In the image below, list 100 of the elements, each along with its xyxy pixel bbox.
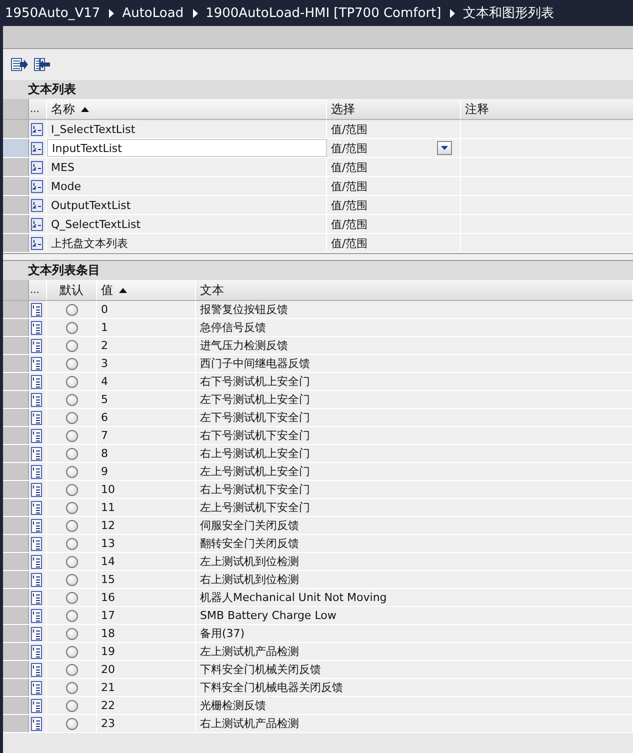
row-header[interactable] [3, 607, 29, 624]
selection-cell: 值/范围 [331, 178, 368, 194]
text-cell: 右上号测试机上安全门 [196, 445, 633, 462]
column-header[interactable]: 选择 [327, 99, 461, 119]
name-cell[interactable]: InputTextList [47, 139, 327, 157]
column-header[interactable]: 文本 [196, 280, 633, 300]
row-header[interactable] [3, 409, 29, 426]
row-header[interactable] [3, 643, 29, 660]
default-radio[interactable] [66, 592, 78, 604]
column-header[interactable]: 名称 [47, 99, 327, 119]
row-header[interactable] [3, 553, 29, 570]
value-cell: 4 [97, 373, 196, 390]
row-header[interactable] [3, 481, 29, 498]
row-header[interactable] [3, 234, 29, 252]
name-cell[interactable]: Q_SelectTextList [47, 215, 327, 233]
default-radio[interactable] [66, 430, 78, 442]
value-cell: 19 [97, 643, 196, 660]
name-cell[interactable]: I_SelectTextList [47, 120, 327, 138]
row-header[interactable] [3, 319, 29, 336]
text-cell: 左下号测试机上安全门 [196, 391, 633, 408]
column-header[interactable]: 值 [97, 280, 196, 300]
text-cell: 下料安全门机械关闭反馈 [196, 661, 633, 678]
default-radio[interactable] [66, 664, 78, 676]
import-icon[interactable] [34, 57, 51, 72]
value-cell: 18 [97, 625, 196, 642]
header-corner[interactable] [3, 99, 29, 119]
row-header[interactable] [3, 463, 29, 480]
row-header[interactable] [3, 445, 29, 462]
row-header[interactable] [3, 427, 29, 444]
value-cell: 20 [97, 661, 196, 678]
row-header[interactable] [3, 337, 29, 354]
column-header[interactable]: ... [29, 280, 47, 300]
row-header[interactable] [3, 661, 29, 678]
row-header[interactable] [3, 355, 29, 372]
default-radio[interactable] [66, 466, 78, 478]
row-header[interactable] [3, 499, 29, 516]
row-header[interactable] [3, 589, 29, 606]
row-header[interactable] [3, 301, 29, 318]
selection-cell: 值/范围 [331, 216, 368, 232]
text-cell: 急停信号反馈 [196, 319, 633, 336]
row-header[interactable] [3, 517, 29, 534]
value-cell: 9 [97, 463, 196, 480]
default-radio[interactable] [66, 556, 78, 568]
default-radio[interactable] [66, 646, 78, 658]
text-cell: SMB Battery Charge Low [196, 607, 633, 624]
row-header[interactable] [3, 679, 29, 696]
default-radio[interactable] [66, 484, 78, 496]
header-corner[interactable] [3, 280, 29, 300]
selection-cell: 值/范围 [331, 122, 368, 136]
row-header[interactable] [3, 571, 29, 588]
row-header[interactable] [3, 373, 29, 390]
value-cell: 7 [97, 427, 196, 444]
text-cell: 右上测试机产品检测 [196, 715, 633, 732]
default-radio[interactable] [66, 628, 78, 640]
row-header[interactable] [3, 625, 29, 642]
default-radio[interactable] [66, 376, 78, 388]
name-cell[interactable]: MES [47, 158, 327, 176]
dropdown-button[interactable] [437, 141, 452, 155]
row-header[interactable] [3, 215, 29, 233]
row-header[interactable] [3, 697, 29, 714]
default-radio[interactable] [66, 502, 78, 514]
row-header[interactable] [3, 120, 29, 138]
export-icon[interactable] [11, 57, 28, 72]
value-cell: 13 [97, 535, 196, 552]
value-cell: 0 [97, 301, 196, 318]
row-header[interactable] [3, 177, 29, 195]
default-radio[interactable] [66, 412, 78, 424]
default-radio[interactable] [66, 610, 78, 622]
row-header[interactable] [3, 196, 29, 214]
breadcrumb-item[interactable]: 1950Auto_V17 [5, 6, 100, 20]
name-cell[interactable]: Mode [47, 177, 327, 195]
default-radio[interactable] [66, 322, 78, 334]
breadcrumb-item[interactable]: 1900AutoLoad-HMI [TP700 Comfort] [206, 6, 442, 20]
breadcrumb-item[interactable]: 文本和图形列表 [463, 4, 554, 22]
row-header[interactable] [3, 391, 29, 408]
value-cell: 16 [97, 589, 196, 606]
default-radio[interactable] [66, 304, 78, 316]
default-radio[interactable] [66, 520, 78, 532]
column-header[interactable]: 注释 [461, 99, 633, 119]
breadcrumb-item[interactable]: AutoLoad [122, 6, 184, 20]
row-header[interactable] [3, 715, 29, 732]
name-cell[interactable]: OutputTextList [47, 196, 327, 214]
default-radio[interactable] [66, 394, 78, 406]
name-cell[interactable]: 上托盘文本列表 [47, 234, 327, 252]
default-radio[interactable] [66, 538, 78, 550]
default-radio[interactable] [66, 574, 78, 586]
row-header[interactable] [3, 158, 29, 176]
value-cell: 15 [97, 571, 196, 588]
default-radio[interactable] [66, 700, 78, 712]
value-cell: 12 [97, 517, 196, 534]
default-radio[interactable] [66, 358, 78, 370]
default-radio[interactable] [66, 340, 78, 352]
text-list-icon [31, 142, 43, 154]
section-title: 文本列表 [3, 80, 633, 99]
default-radio[interactable] [66, 718, 78, 730]
value-cell: 17 [97, 607, 196, 624]
default-radio[interactable] [66, 682, 78, 694]
row-header[interactable] [3, 139, 29, 157]
row-header[interactable] [3, 535, 29, 552]
default-radio[interactable] [66, 448, 78, 460]
